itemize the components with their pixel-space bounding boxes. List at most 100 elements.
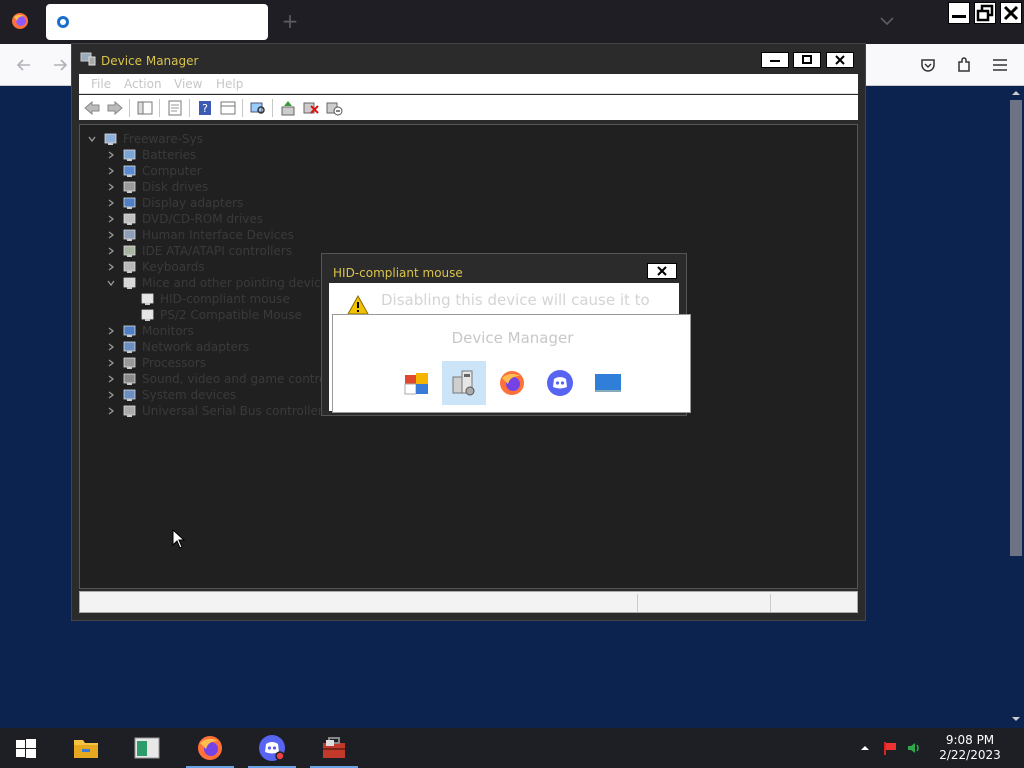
switcher-desktop[interactable] — [586, 361, 630, 405]
tree-category[interactable]: Mice and other pointing devices — [105, 275, 334, 291]
tree-category[interactable]: Universal Serial Bus controllers — [105, 403, 329, 419]
taskbar-app-window[interactable] — [121, 728, 173, 768]
list-all-tabs-icon[interactable] — [878, 12, 896, 30]
device-manager-titlebar[interactable]: Device Manager — [72, 44, 865, 74]
tree-category[interactable]: Sound, video and game controllers — [105, 371, 352, 387]
switcher-firefox[interactable] — [490, 361, 534, 405]
chevron-right-icon[interactable] — [105, 197, 117, 209]
tree-category[interactable]: System devices — [105, 387, 236, 403]
taskbar-file-explorer[interactable] — [60, 728, 112, 768]
chevron-down-icon[interactable] — [86, 133, 98, 145]
maximize-icon — [802, 55, 812, 64]
close-icon — [657, 266, 667, 276]
windows-start-icon — [16, 739, 36, 758]
chevron-right-icon[interactable] — [105, 373, 117, 385]
switcher-discord[interactable] — [538, 361, 582, 405]
chevron-right-icon[interactable] — [105, 149, 117, 161]
scan-hardware-icon[interactable] — [249, 99, 267, 117]
tree-category[interactable]: Batteries — [105, 147, 196, 163]
start-button[interactable] — [0, 728, 52, 768]
tree-root[interactable]: Freeware-Sys — [86, 131, 203, 147]
chevron-right-icon[interactable] — [105, 213, 117, 225]
minimize-button[interactable] — [948, 2, 970, 24]
menu-file[interactable]: File — [91, 77, 111, 91]
uninstall-device-icon[interactable] — [302, 99, 320, 117]
tree-category[interactable]: Keyboards — [105, 259, 205, 275]
show-hidden-icons-icon[interactable] — [857, 740, 873, 756]
scroll-down-icon[interactable] — [1008, 712, 1024, 726]
tree-device[interactable]: HID-compliant mouse — [140, 291, 290, 307]
minimize-icon — [770, 60, 780, 62]
switcher-device-manager[interactable] — [442, 361, 486, 405]
mouse-cursor-icon — [172, 529, 186, 549]
tree-category[interactable]: Computer — [105, 163, 202, 179]
desktop-icon — [595, 374, 621, 392]
chevron-right-icon[interactable] — [105, 405, 117, 417]
chevron-right-icon[interactable] — [105, 341, 117, 353]
tree-category[interactable]: IDE ATA/ATAPI controllers — [105, 243, 292, 259]
tree-category[interactable]: Disk drives — [105, 179, 208, 195]
dm-maximize-button[interactable] — [793, 52, 821, 68]
clock-date: 2/22/2023 — [939, 748, 1001, 762]
tree-category[interactable]: Human Interface Devices — [105, 227, 294, 243]
file-explorer-icon — [74, 740, 98, 758]
view-icon[interactable] — [219, 99, 237, 117]
show-hide-tree-icon[interactable] — [136, 99, 154, 117]
tree-category[interactable]: Network adapters — [105, 339, 249, 355]
taskbar-firefox[interactable] — [184, 728, 236, 768]
menu-help[interactable]: Help — [216, 77, 243, 91]
tree-item-label: Display adapters — [142, 196, 244, 210]
chevron-right-icon[interactable] — [105, 261, 117, 273]
switcher-control-panel[interactable] — [395, 361, 439, 405]
new-tab-button[interactable]: + — [280, 8, 300, 34]
menu-view[interactable]: View — [174, 77, 202, 91]
device-category-icon — [123, 261, 136, 273]
forward-icon[interactable] — [50, 55, 70, 75]
clock-time: 9:08 PM — [945, 733, 995, 747]
help-icon[interactable]: ? — [196, 99, 214, 117]
scrollbar-thumb[interactable] — [1010, 100, 1022, 556]
update-driver-icon[interactable] — [279, 99, 297, 117]
properties-icon[interactable] — [166, 99, 184, 117]
hamburger-menu-icon[interactable] — [990, 55, 1010, 75]
restore-button[interactable] — [974, 2, 996, 24]
back-icon[interactable] — [14, 55, 34, 75]
close-button[interactable] — [1000, 2, 1022, 24]
firefox-icon — [198, 736, 222, 760]
tree-category[interactable]: Display adapters — [105, 195, 243, 211]
chevron-right-icon[interactable] — [105, 181, 117, 193]
close-icon — [1003, 5, 1019, 21]
hid-dialog-close-button[interactable] — [647, 263, 677, 279]
firefox-menu-icon[interactable] — [10, 11, 30, 31]
extensions-icon[interactable] — [954, 55, 974, 75]
chevron-right-icon[interactable] — [105, 245, 117, 257]
browser-tab-active[interactable] — [46, 4, 268, 40]
tree-device[interactable]: PS/2 Compatible Mouse — [140, 307, 302, 323]
back-arrow-icon[interactable] — [83, 99, 101, 117]
tree-category[interactable]: DVD/CD-ROM drives — [105, 211, 263, 227]
tree-category[interactable]: Processors — [105, 355, 206, 371]
volume-icon[interactable] — [906, 740, 922, 756]
action-center-flag-icon[interactable] — [882, 740, 898, 756]
pocket-icon[interactable] — [918, 55, 938, 75]
menu-action[interactable]: Action — [124, 77, 162, 91]
forward-arrow-icon[interactable] — [106, 99, 124, 117]
chevron-down-icon[interactable] — [105, 277, 117, 289]
chevron-right-icon[interactable] — [105, 389, 117, 401]
taskbar-device-manager[interactable] — [308, 728, 360, 768]
taskbar-discord[interactable] — [246, 728, 298, 768]
task-switcher: Device Manager — [332, 314, 691, 413]
chevron-right-icon[interactable] — [105, 357, 117, 369]
chevron-right-icon[interactable] — [105, 229, 117, 241]
disable-device-icon[interactable] — [325, 99, 343, 117]
app-window-icon — [134, 737, 160, 759]
tree-item-label: Monitors — [142, 324, 194, 338]
dm-minimize-button[interactable] — [761, 52, 789, 68]
chevron-right-icon[interactable] — [105, 325, 117, 337]
dm-close-button[interactable] — [826, 52, 854, 68]
mouse-device-icon — [141, 309, 154, 321]
scroll-up-icon[interactable] — [1008, 86, 1024, 100]
system-clock[interactable]: 9:08 PM 2/22/2023 — [930, 733, 1010, 763]
chevron-right-icon[interactable] — [105, 165, 117, 177]
tree-category[interactable]: Monitors — [105, 323, 194, 339]
